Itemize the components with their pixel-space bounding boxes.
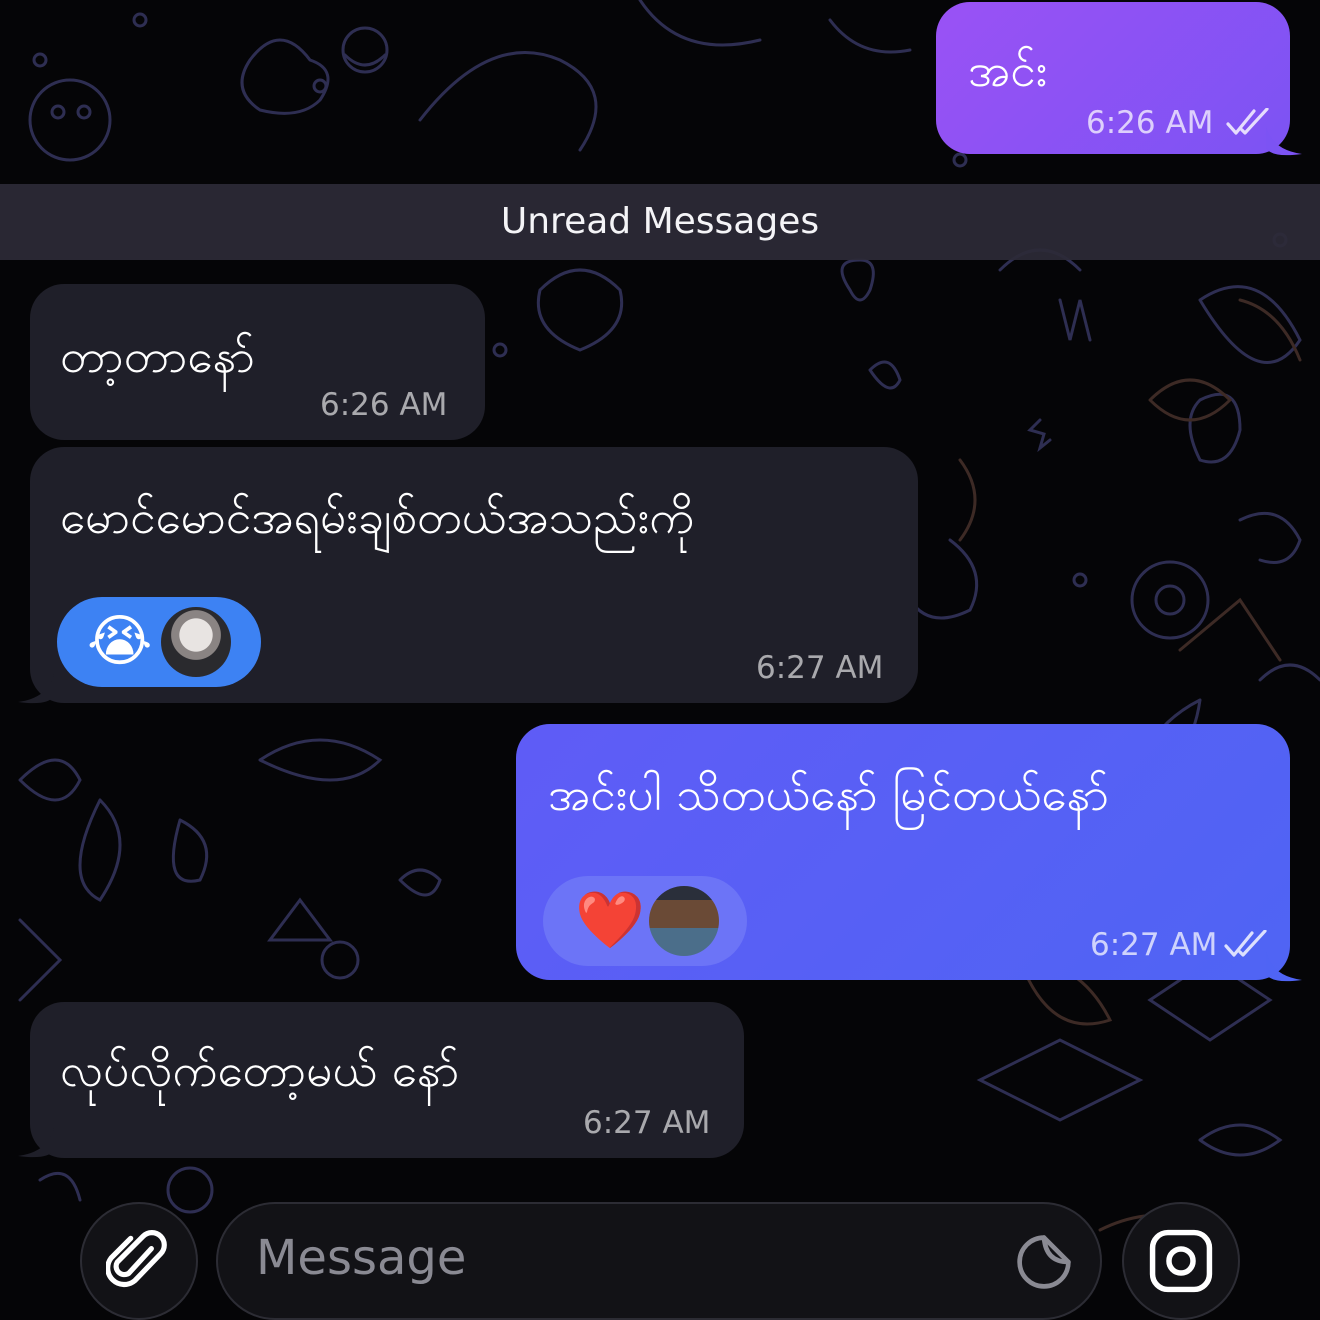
message-time: 6:27 AM	[583, 1105, 711, 1141]
attach-button[interactable]	[80, 1202, 198, 1320]
camera-icon	[1149, 1229, 1213, 1293]
reactor-avatar	[649, 886, 719, 956]
message-bubble-outgoing[interactable]: အင်းပါ သိတယ်နော် မြင်တယ်နော် ❤️ 6:27 AM	[516, 724, 1290, 980]
bubble-tail	[1266, 952, 1302, 982]
message-input-placeholder: Message	[256, 1230, 467, 1286]
bubble-tail	[18, 674, 54, 704]
read-checkmarks-icon	[1226, 108, 1269, 135]
message-text: အင်း	[968, 43, 1048, 97]
message-bubble-incoming[interactable]: တာ့တာနော် 6:26 AM	[30, 284, 485, 440]
unread-messages-divider: Unread Messages	[0, 184, 1320, 260]
bubble-tail	[1266, 126, 1302, 156]
message-bubble-incoming[interactable]: လုပ်လိုက်တော့မယ် နော် 6:27 AM	[30, 1002, 744, 1158]
camera-button[interactable]	[1122, 1202, 1240, 1320]
reactor-avatar	[161, 607, 231, 677]
heart-emoji-reaction: ❤️	[575, 888, 645, 953]
crying-emoji-reaction: 😭	[87, 609, 153, 674]
message-time: 6:26 AM	[1086, 105, 1214, 141]
reaction-pill[interactable]: 😭	[57, 597, 261, 687]
reaction-pill[interactable]: ❤️	[543, 876, 747, 966]
message-input[interactable]: Message	[216, 1202, 1102, 1320]
message-text: လုပ်လိုက်တော့မယ် နော်	[60, 1043, 460, 1097]
sticker-icon[interactable]	[1014, 1232, 1074, 1292]
message-time: 6:26 AM	[320, 387, 448, 423]
message-text: အင်းပါ သိတယ်နော် မြင်တယ်နော်	[548, 767, 1110, 821]
read-checkmarks-icon	[1224, 930, 1267, 957]
message-bubble-outgoing[interactable]: အင်း 6:26 AM	[936, 2, 1290, 154]
paperclip-icon	[106, 1230, 167, 1288]
message-text: တာ့တာနော်	[60, 329, 256, 383]
message-bubble-incoming[interactable]: မောင်မောင်အရမ်းချစ်တယ်အသည်းကို 😭 6:27 AM	[30, 447, 918, 703]
message-time: 6:27 AM	[1090, 927, 1218, 963]
bubble-tail	[18, 1128, 54, 1158]
message-text: မောင်မောင်အရမ်းချစ်တယ်အသည်းကို	[60, 490, 695, 544]
message-time: 6:27 AM	[756, 650, 884, 686]
